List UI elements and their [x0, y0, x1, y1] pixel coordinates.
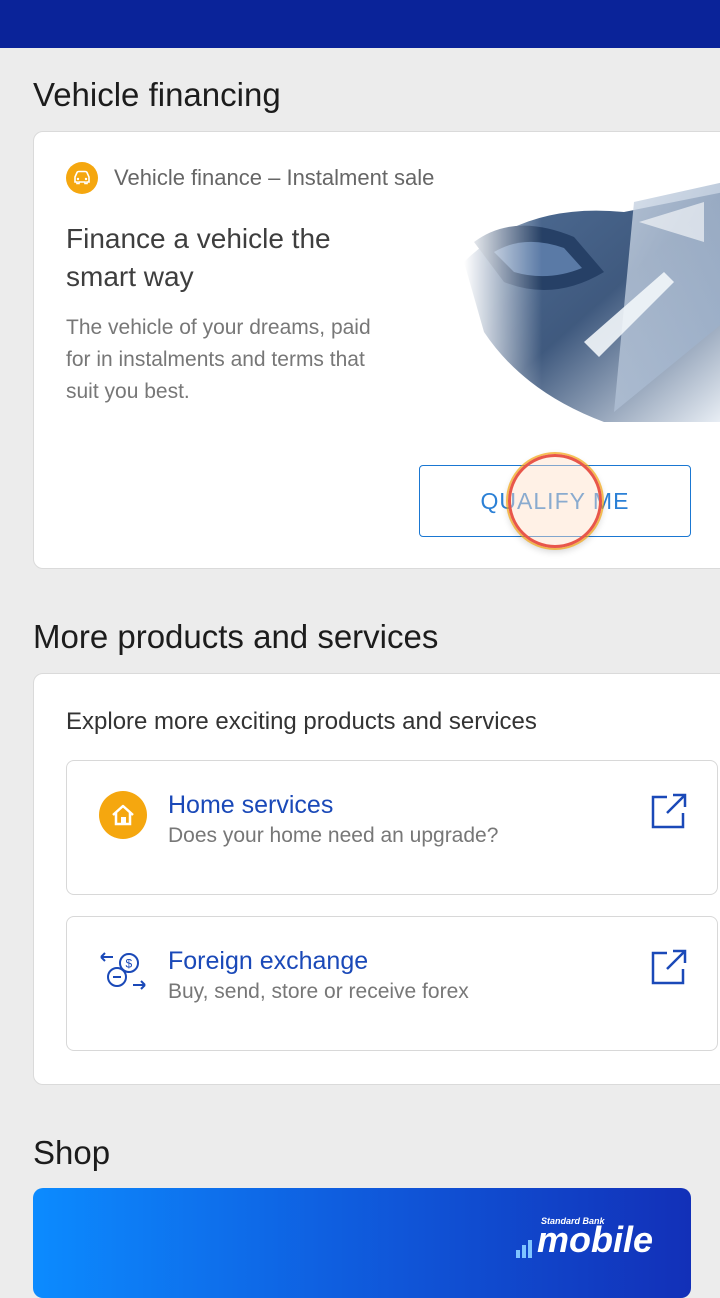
more-products-intro: Explore more exciting products and servi… [66, 708, 537, 735]
vehicle-finance-card[interactable]: Vehicle finance – Instalment sale Financ… [33, 131, 720, 569]
more-products-card: Explore more exciting products and servi… [33, 673, 720, 1085]
svg-text:$: $ [126, 957, 133, 971]
service-title: Foreign exchange [168, 947, 369, 975]
standard-bank-mobile-logo: Standard Bank mobile [515, 1216, 653, 1260]
service-title: Home services [168, 791, 334, 819]
more-products-title: More products and services [33, 618, 439, 655]
external-link-icon[interactable] [649, 791, 689, 831]
shop-title: Shop [33, 1134, 111, 1171]
car-icon [66, 162, 98, 194]
vehicle-finance-subtitle: Vehicle finance – Instalment sale [114, 165, 435, 190]
external-link-icon[interactable] [649, 947, 689, 987]
shop-banner[interactable]: Standard Bank mobile [33, 1188, 691, 1298]
home-icon [99, 791, 147, 839]
service-description: Does your home need an upgrade? [168, 824, 499, 847]
service-home-services[interactable]: Home services Does your home need an upg… [66, 760, 718, 895]
qualify-me-button[interactable]: QUALIFY ME [419, 465, 691, 537]
vehicle-finance-description: The vehicle of your dreams, paid for in … [66, 316, 371, 403]
car-image [464, 182, 720, 422]
logo-big-text: mobile [536, 1219, 653, 1260]
service-description: Buy, send, store or receive forex [168, 980, 469, 1003]
top-app-bar [0, 0, 720, 48]
signal-bars-icon [515, 1240, 534, 1258]
forex-exchange-icon: $ [100, 952, 146, 990]
vehicle-finance-header: Vehicle finance – Instalment sale [66, 162, 434, 194]
vehicle-finance-headline: Finance a vehicle the smart way [66, 223, 331, 292]
vehicle-financing-title: Vehicle financing [33, 76, 281, 113]
service-foreign-exchange[interactable]: $ Foreign exchange Buy, send, store or r… [66, 916, 718, 1051]
